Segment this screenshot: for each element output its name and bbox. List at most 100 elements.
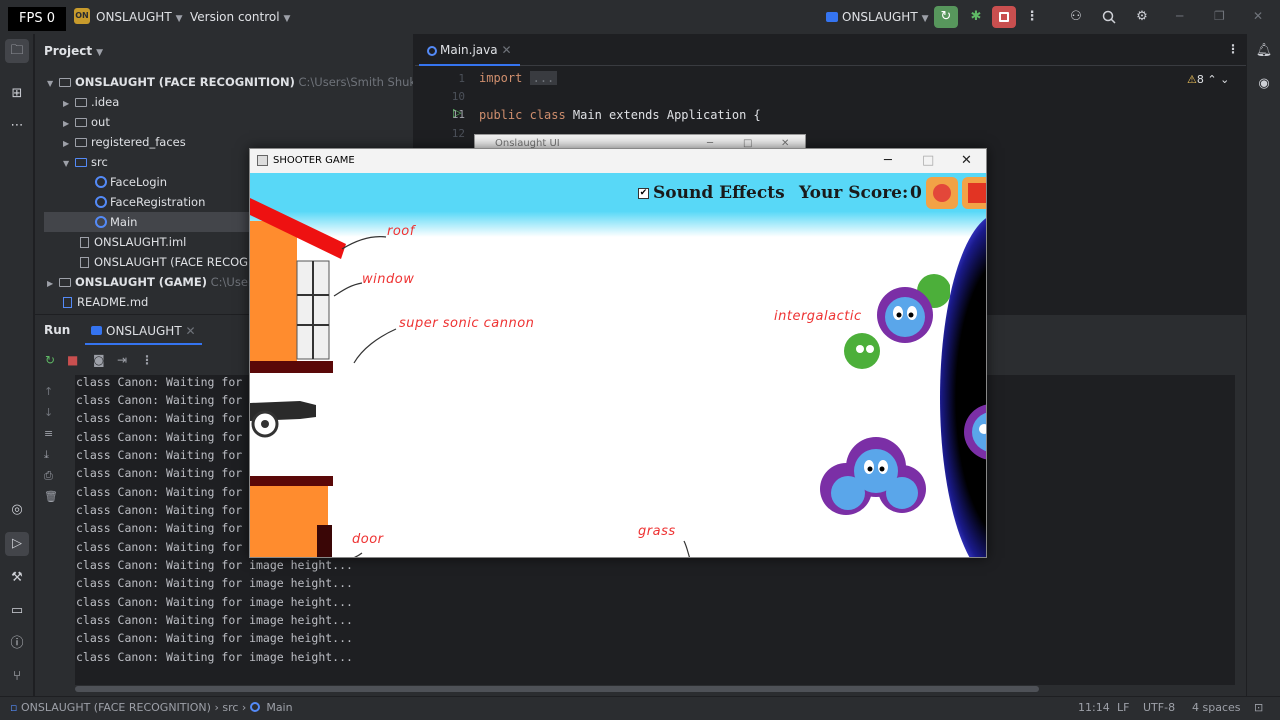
project-panel-title: Project <box>44 44 93 58</box>
structure-tool-button[interactable]: ⊞ <box>5 82 29 106</box>
door-arrow <box>354 552 363 557</box>
game-window-titlebar[interactable]: SHOOTER GAME ─ □ ✕ <box>250 149 986 173</box>
tree-item-root[interactable]: ▼ ONSLAUGHT (FACE RECOGNITION) C:\Users\S… <box>35 72 413 92</box>
code-line-11[interactable]: public class Main extends Application { <box>479 108 761 122</box>
soft-wrap-icon[interactable]: ≡ <box>44 427 53 440</box>
problems-tool-button[interactable]: ⓘ <box>5 632 29 656</box>
alien-eye <box>856 345 864 353</box>
warning-circle-icon: ⓘ <box>10 636 24 651</box>
notifications-button[interactable]: 🔔︎ <box>1252 39 1276 63</box>
run-tool-button[interactable]: ▷ <box>5 532 29 556</box>
tab-main-java[interactable]: Main.java ✕ <box>419 34 520 66</box>
game-window-title: SHOOTER GAME <box>273 155 355 166</box>
chevron-down-icon: ▼ <box>921 14 929 24</box>
tree-item-idea[interactable]: ▶ .idea <box>35 92 413 112</box>
breadcrumb-item[interactable]: src <box>222 701 238 714</box>
breadcrumb-item[interactable]: ONSLAUGHT (FACE RECOGNITION) <box>21 701 211 714</box>
settings-button[interactable]: ⚙ <box>1130 6 1154 28</box>
more-vertical-icon[interactable]: ⋮ <box>141 353 153 367</box>
alien-at-portal <box>964 404 986 460</box>
console-line: class Canon: Waiting for i <box>76 411 257 425</box>
exit-icon[interactable]: ⇥ <box>117 353 127 367</box>
scroll-to-end-icon[interactable]: ⤓ <box>44 448 49 462</box>
debug-button[interactable]: ✱ <box>964 6 988 28</box>
restore-button[interactable]: ❐ <box>1214 9 1225 23</box>
build-tool-button[interactable]: ⚒ <box>5 566 29 590</box>
console-line: class Canon: Waiting for image height... <box>76 595 353 609</box>
up-arrow-icon[interactable]: ↑ <box>44 385 53 398</box>
more-vertical-icon[interactable]: ⋮ <box>1227 42 1239 56</box>
stop-icon[interactable]: ■ <box>67 353 78 367</box>
terminal-icon: ▭ <box>10 603 24 618</box>
ai-assistant-button[interactable]: ◉ <box>1252 72 1276 96</box>
terminal-tool-button[interactable]: ▭ <box>5 599 29 623</box>
source-folder-icon <box>75 158 87 167</box>
line-number: 10 <box>451 90 465 103</box>
stop-icon <box>999 12 1009 22</box>
status-bar: ▫ ONSLAUGHT (FACE RECOGNITION) › src › M… <box>0 696 1280 720</box>
project-badge[interactable]: ON <box>74 8 90 24</box>
project-panel-header[interactable]: Project ▼ <box>44 44 103 58</box>
breadcrumb-item[interactable]: Main <box>266 701 292 714</box>
print-icon[interactable]: ⎙ <box>44 469 53 483</box>
right-tool-strip: 🔔︎ ◉ <box>1246 34 1280 696</box>
folder-icon: 🗀 <box>10 43 24 58</box>
tree-item-label: README.md <box>77 295 149 309</box>
annotation-window: window <box>362 272 415 287</box>
maximize-button[interactable]: □ <box>922 149 934 173</box>
trash-icon[interactable]: 🗑︎ <box>44 490 58 503</box>
project-switcher[interactable]: ONSLAUGHT ▼ <box>96 10 183 24</box>
project-tool-button[interactable]: 🗀 <box>5 39 29 63</box>
ledge-top <box>250 361 333 373</box>
game-canvas[interactable]: ✔ Sound Effects Your Score: 0 roof windo… <box>250 173 986 557</box>
git-tool-button[interactable]: ⑂ <box>5 665 29 689</box>
lock-icon[interactable]: ⊡ <box>1254 697 1263 719</box>
run-gutter-icon[interactable]: ▷ <box>453 106 461 119</box>
close-tab-icon[interactable]: ✕ <box>501 43 511 57</box>
services-tool-button[interactable]: ◎ <box>5 498 29 522</box>
code-with-me-button[interactable]: ⚇ <box>1064 6 1088 28</box>
code-line-1[interactable]: import ... <box>479 71 558 85</box>
minimize-button[interactable]: ─ <box>1176 9 1183 23</box>
more-actions-button[interactable]: ⋮ <box>1020 6 1044 28</box>
caret-position[interactable]: 11:14 <box>1078 697 1110 719</box>
minimize-button[interactable]: ─ <box>884 149 892 173</box>
inspection-widget[interactable]: ⚠8 ⌃ ⌄ <box>1187 73 1229 86</box>
indent-setting[interactable]: 4 spaces <box>1192 697 1241 719</box>
folder-icon <box>75 118 87 127</box>
folder-icon <box>75 138 87 147</box>
console-horizontal-scrollbar[interactable] <box>75 686 1039 692</box>
java-class-icon <box>95 216 107 228</box>
tree-item-label: ONSLAUGHT (GAME) <box>75 275 207 289</box>
git-branch-icon: ⑂ <box>13 669 21 684</box>
cannon-hub <box>261 420 269 428</box>
rerun-icon[interactable]: ↻ <box>45 353 55 367</box>
close-button[interactable]: ✕ <box>961 149 972 173</box>
file-encoding[interactable]: UTF-8 <box>1143 697 1175 719</box>
window-arrow <box>333 282 363 297</box>
tree-item-out[interactable]: ▶ out <box>35 112 413 132</box>
more-tools-button[interactable]: ⋯ <box>5 114 29 138</box>
camera-icon[interactable]: ◙ <box>93 353 105 367</box>
close-tab-icon[interactable]: ✕ <box>185 324 195 338</box>
search-everywhere-button[interactable] <box>1097 6 1121 28</box>
tab-label: Main.java <box>440 43 498 57</box>
stop-button[interactable] <box>992 6 1016 28</box>
run-configuration-selector[interactable]: ONSLAUGHT ▼ <box>826 10 929 24</box>
annotation-grass: grass <box>638 524 676 539</box>
game-window: SHOOTER GAME ─ □ ✕ ✔ Sound Effects Your … <box>249 148 987 558</box>
run-tab-onslaught[interactable]: ONSLAUGHT ✕ <box>85 317 202 345</box>
version-control-menu[interactable]: Version control ▼ <box>190 10 290 24</box>
down-arrow-icon[interactable]: ↓ <box>44 406 53 419</box>
vcs-label: Version control <box>190 10 280 24</box>
rerun-button[interactable]: ↻ <box>934 6 958 28</box>
run-tab-label: ONSLAUGHT <box>106 324 182 338</box>
warning-count: 8 <box>1196 73 1204 86</box>
line-separator[interactable]: LF <box>1117 697 1129 719</box>
chevron-down-icon: ▼ <box>283 14 291 24</box>
folded-region[interactable]: ... <box>529 71 558 85</box>
services-icon: ◎ <box>11 502 23 517</box>
tree-item-label: .idea <box>91 95 120 109</box>
close-button[interactable]: ✕ <box>1253 9 1263 23</box>
editor-tab-bar: Main.java ✕ ⋮ <box>415 34 1246 66</box>
